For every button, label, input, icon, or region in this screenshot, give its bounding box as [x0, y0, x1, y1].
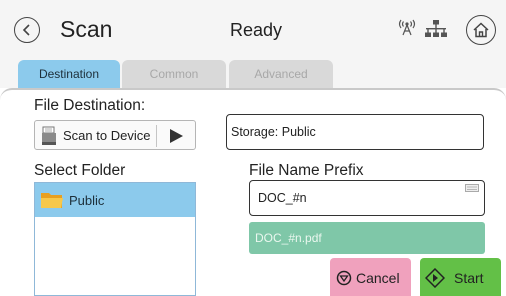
file-name-preview: DOC_#n.pdf	[249, 222, 485, 254]
folder-label: Public	[69, 193, 105, 208]
start-button[interactable]: Start	[420, 258, 501, 296]
folder-list[interactable]: Public	[34, 182, 196, 296]
tab-advanced[interactable]: Advanced	[229, 60, 333, 88]
tab-destination[interactable]: Destination	[18, 60, 120, 88]
wireless-icon	[398, 19, 416, 36]
folder-icon	[41, 193, 63, 208]
back-button[interactable]	[14, 17, 40, 43]
cancel-button[interactable]: Cancel	[330, 258, 411, 296]
scanner-icon	[42, 126, 56, 145]
start-diamond-icon	[425, 268, 445, 288]
play-arrow-icon	[170, 129, 183, 143]
home-button[interactable]	[466, 15, 496, 45]
back-icon	[22, 24, 30, 36]
stop-icon	[336, 270, 352, 286]
status-text: Ready	[230, 20, 283, 40]
keyboard-icon[interactable]	[465, 184, 479, 192]
folder-item-public[interactable]: Public	[35, 183, 195, 217]
tab-bar: Destination Common Advanced	[0, 56, 506, 88]
file-name-prefix-value: DOC_#n	[258, 191, 307, 205]
file-name-prefix-input[interactable]: DOC_#n	[249, 180, 485, 216]
file-destination-label: File Destination:	[34, 97, 146, 114]
header-bar: Scan Ready	[0, 0, 506, 56]
cancel-label: Cancel	[356, 270, 400, 286]
file-name-prefix-label: File Name Prefix	[249, 162, 364, 179]
tab-common[interactable]: Common	[122, 60, 226, 88]
home-icon	[473, 22, 489, 38]
scan-to-device-button[interactable]: Scan to Device	[34, 120, 196, 150]
select-folder-label: Select Folder	[34, 162, 126, 179]
network-icon	[425, 20, 447, 37]
device-button-label: Scan to Device	[63, 128, 151, 143]
storage-field: Storage: Public	[226, 114, 484, 150]
device-button-divider	[156, 125, 157, 147]
page-title: Scan	[60, 16, 113, 42]
start-label: Start	[454, 270, 484, 286]
